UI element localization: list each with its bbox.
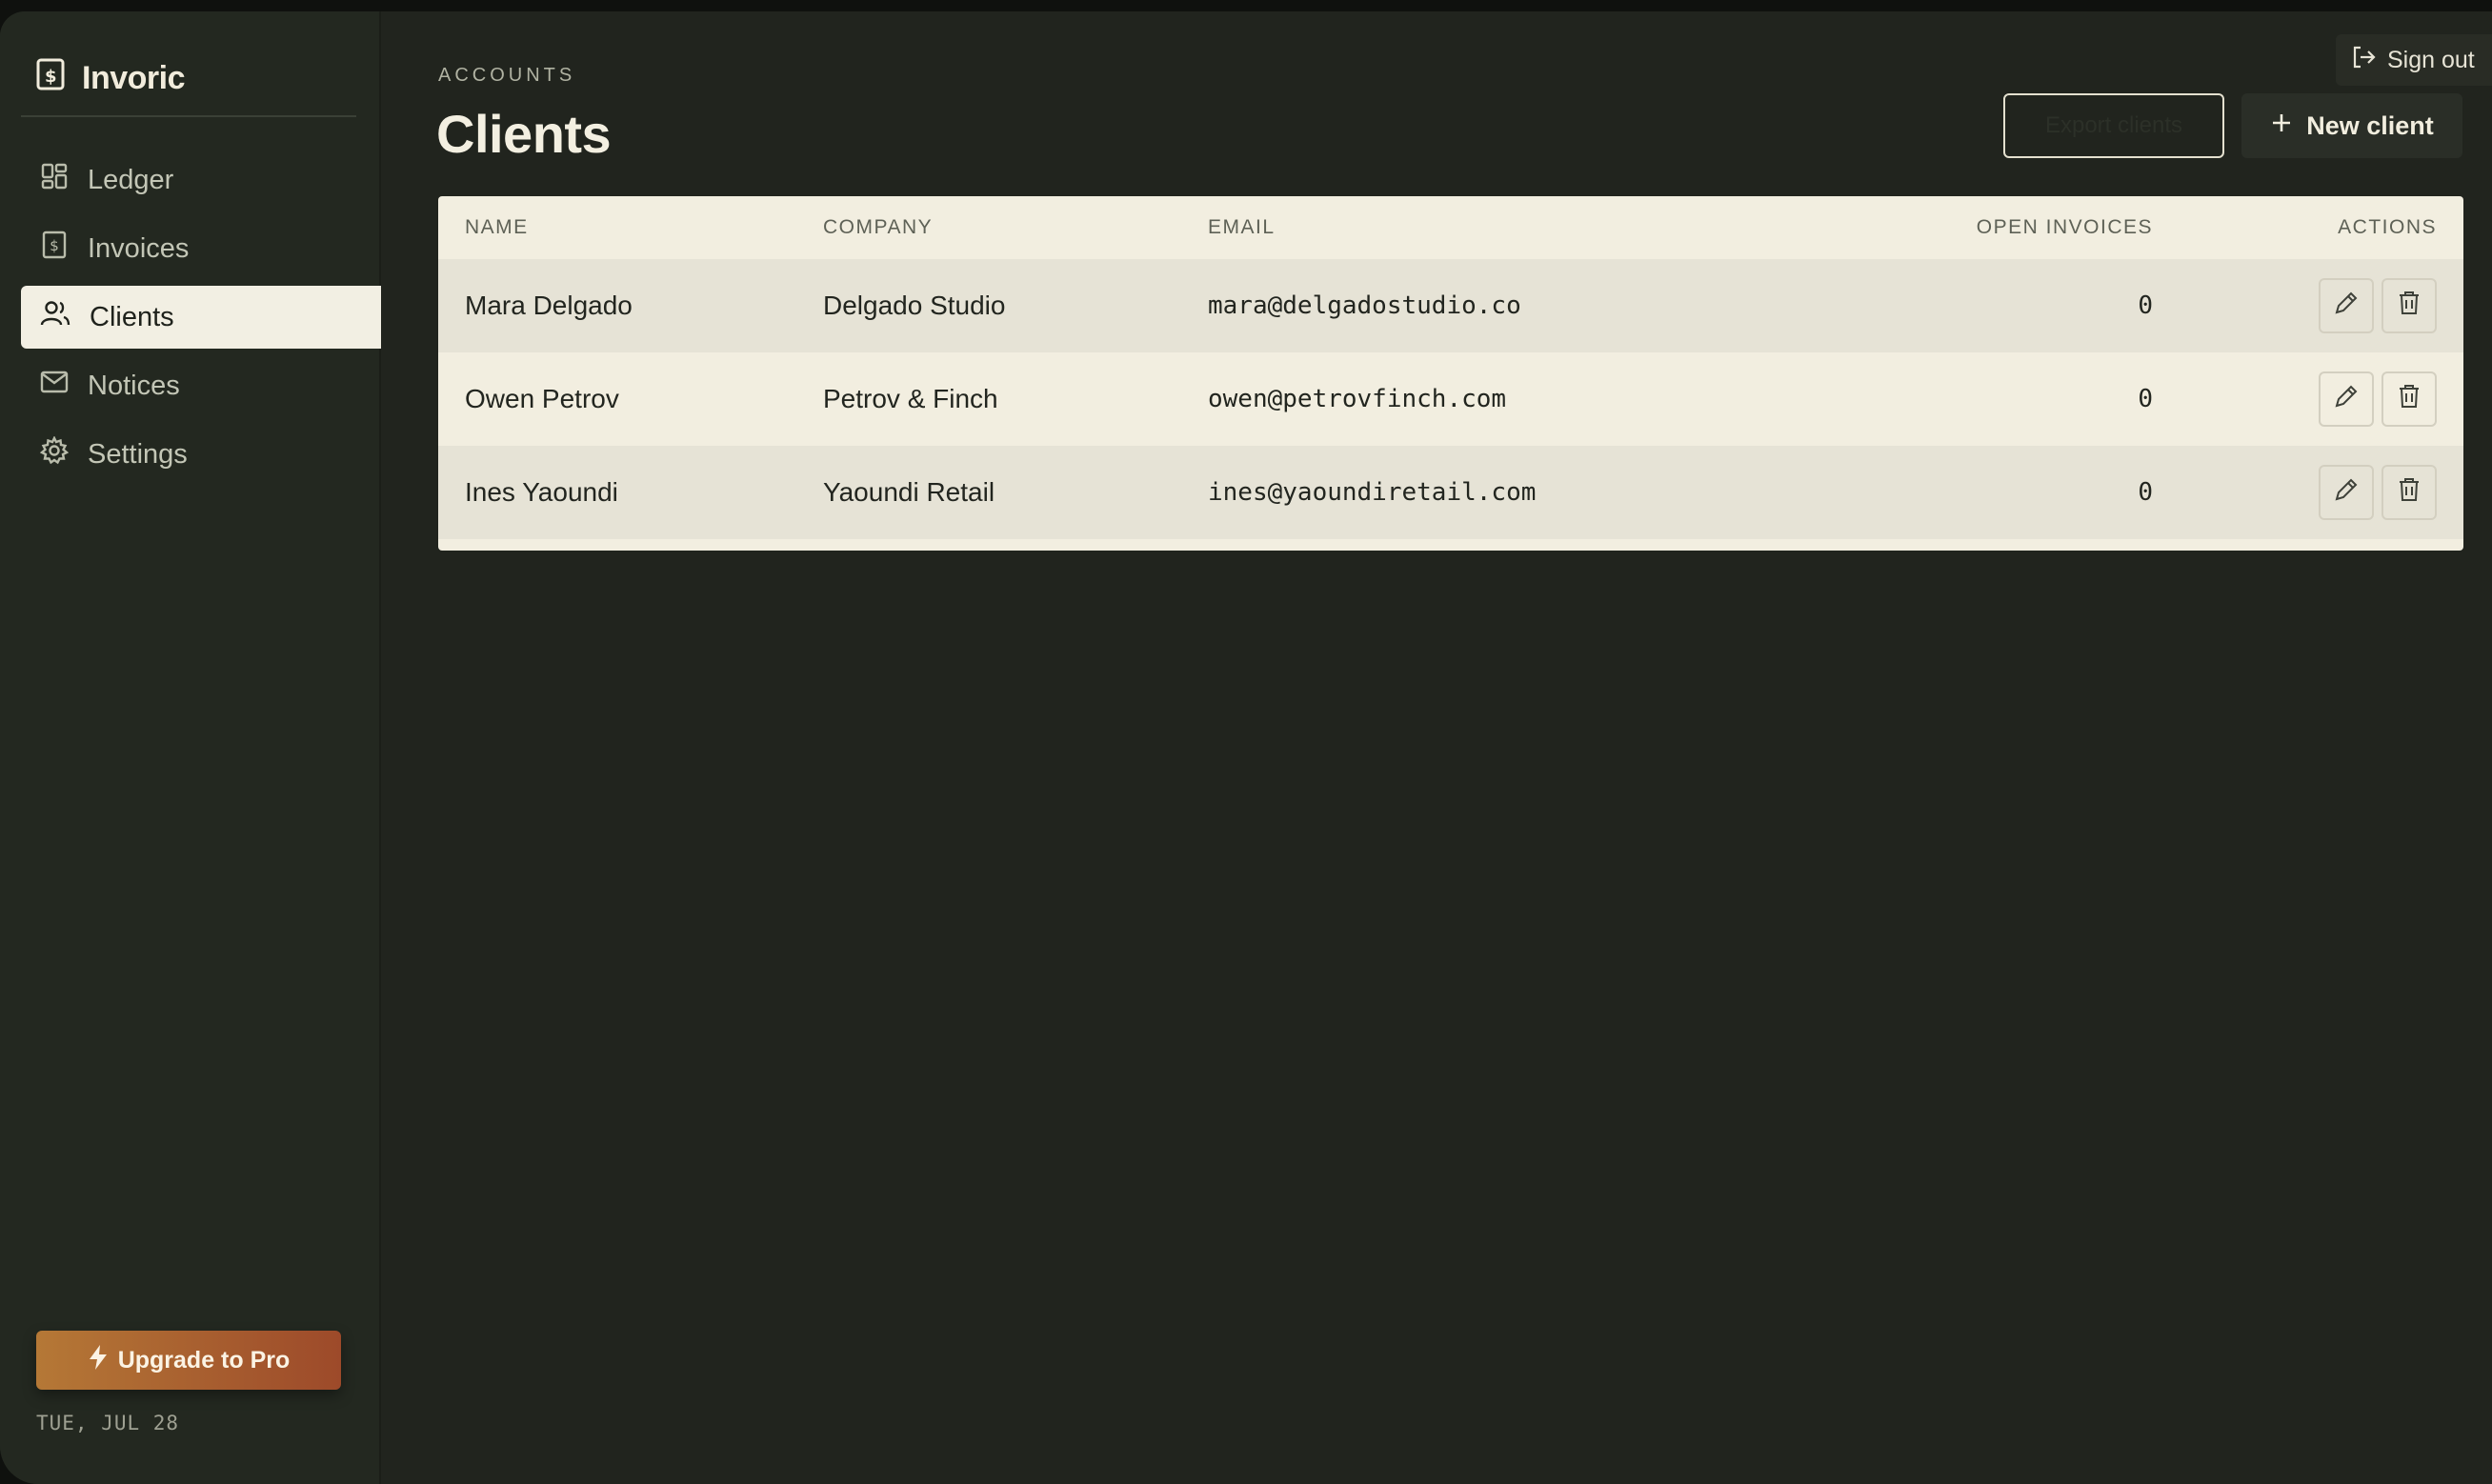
client-open-invoices: 0 bbox=[2138, 478, 2153, 507]
client-name: Ines Yaoundi bbox=[465, 477, 618, 507]
column-header-name[interactable]: NAME bbox=[465, 196, 529, 259]
export-clients-button[interactable]: Export clients bbox=[2003, 93, 2224, 158]
sidebar-item-invoices[interactable]: $ Invoices bbox=[21, 217, 381, 280]
table-header: NAME COMPANY EMAIL OPEN INVOICES ACTIONS bbox=[438, 196, 2463, 259]
client-company: Delgado Studio bbox=[823, 291, 1006, 320]
table-row[interactable]: Owen Petrov Petrov & Finch owen@petrovfi… bbox=[438, 352, 2463, 446]
column-header-company[interactable]: COMPANY bbox=[823, 196, 933, 259]
sign-out-button[interactable]: Sign out bbox=[2336, 34, 2492, 86]
sidebar-item-label: Ledger bbox=[88, 164, 174, 195]
invoice-icon: $ bbox=[40, 231, 69, 267]
delete-button[interactable] bbox=[2381, 465, 2437, 520]
clients-table: NAME COMPANY EMAIL OPEN INVOICES ACTIONS… bbox=[438, 196, 2463, 551]
client-name: Owen Petrov bbox=[465, 384, 619, 413]
sidebar-item-label: Settings bbox=[88, 438, 188, 470]
invoice-logo-icon: $ bbox=[36, 58, 65, 99]
column-header-open-invoices[interactable]: OPEN INVOICES bbox=[1977, 196, 2153, 259]
section-eyebrow: ACCOUNTS bbox=[438, 65, 576, 86]
sidebar: $ Invoric Ledger $ Invoices Clients Noti… bbox=[0, 11, 381, 1484]
client-email: mara@delgadostudio.co bbox=[1208, 291, 1521, 320]
users-icon bbox=[40, 299, 70, 335]
row-actions bbox=[2319, 352, 2437, 446]
sidebar-item-clients[interactable]: Clients bbox=[21, 286, 381, 349]
svg-text:$: $ bbox=[50, 237, 59, 254]
brand[interactable]: $ Invoric bbox=[36, 50, 185, 107]
table-row[interactable]: Mara Delgado Delgado Studio mara@delgado… bbox=[438, 259, 2463, 352]
sidebar-nav: Ledger $ Invoices Clients Notices Settin… bbox=[0, 149, 381, 491]
client-company: Yaoundi Retail bbox=[823, 477, 995, 507]
trash-icon bbox=[2397, 476, 2422, 510]
edit-button[interactable] bbox=[2319, 278, 2374, 333]
column-header-email[interactable]: EMAIL bbox=[1208, 196, 1276, 259]
sidebar-item-label: Invoices bbox=[88, 232, 190, 264]
client-open-invoices: 0 bbox=[2138, 385, 2153, 413]
new-client-button[interactable]: New client bbox=[2241, 93, 2462, 158]
client-company: Petrov & Finch bbox=[823, 384, 998, 413]
edit-button[interactable] bbox=[2319, 465, 2374, 520]
brand-name: Invoric bbox=[82, 59, 185, 96]
client-email: ines@yaoundiretail.com bbox=[1208, 478, 1537, 507]
sign-out-label: Sign out bbox=[2387, 46, 2475, 73]
export-clients-label: Export clients bbox=[2044, 112, 2183, 138]
row-actions bbox=[2319, 446, 2437, 539]
sidebar-item-notices[interactable]: Notices bbox=[21, 354, 381, 417]
sidebar-item-settings[interactable]: Settings bbox=[21, 423, 381, 486]
edit-button[interactable] bbox=[2319, 371, 2374, 427]
sign-out-icon bbox=[2351, 45, 2376, 76]
sidebar-item-label: Clients bbox=[90, 301, 174, 332]
sidebar-item-label: Notices bbox=[88, 370, 180, 401]
row-actions bbox=[2319, 259, 2437, 352]
page-title: Clients bbox=[436, 104, 612, 164]
upgrade-label: Upgrade to Pro bbox=[117, 1346, 291, 1374]
pencil-icon bbox=[2333, 476, 2360, 510]
upgrade-to-pro-button[interactable]: Upgrade to Pro bbox=[36, 1331, 341, 1390]
new-client-label: New client bbox=[2306, 110, 2434, 140]
client-name: Mara Delgado bbox=[465, 291, 633, 320]
sidebar-item-ledger[interactable]: Ledger bbox=[21, 149, 381, 211]
dashboard-grid-icon bbox=[40, 162, 69, 198]
table-row[interactable]: Ines Yaoundi Yaoundi Retail ines@yaoundi… bbox=[438, 446, 2463, 539]
trash-icon bbox=[2397, 383, 2422, 416]
app-window: $ Invoric Ledger $ Invoices Clients Noti… bbox=[0, 11, 2492, 1484]
plus-icon bbox=[2270, 111, 2293, 141]
delete-button[interactable] bbox=[2381, 278, 2437, 333]
pencil-icon bbox=[2333, 383, 2360, 416]
current-date: TUE, JUL 28 bbox=[36, 1412, 180, 1434]
client-email: owen@petrovfinch.com bbox=[1208, 385, 1507, 413]
column-header-actions: ACTIONS bbox=[2338, 216, 2437, 238]
gear-icon bbox=[39, 435, 70, 472]
svg-text:$: $ bbox=[45, 67, 56, 87]
trash-icon bbox=[2397, 290, 2422, 323]
pencil-icon bbox=[2333, 290, 2360, 323]
delete-button[interactable] bbox=[2381, 371, 2437, 427]
client-open-invoices: 0 bbox=[2138, 291, 2153, 320]
mail-icon bbox=[40, 368, 69, 404]
brand-divider bbox=[21, 115, 356, 117]
lightning-icon bbox=[88, 1344, 109, 1377]
